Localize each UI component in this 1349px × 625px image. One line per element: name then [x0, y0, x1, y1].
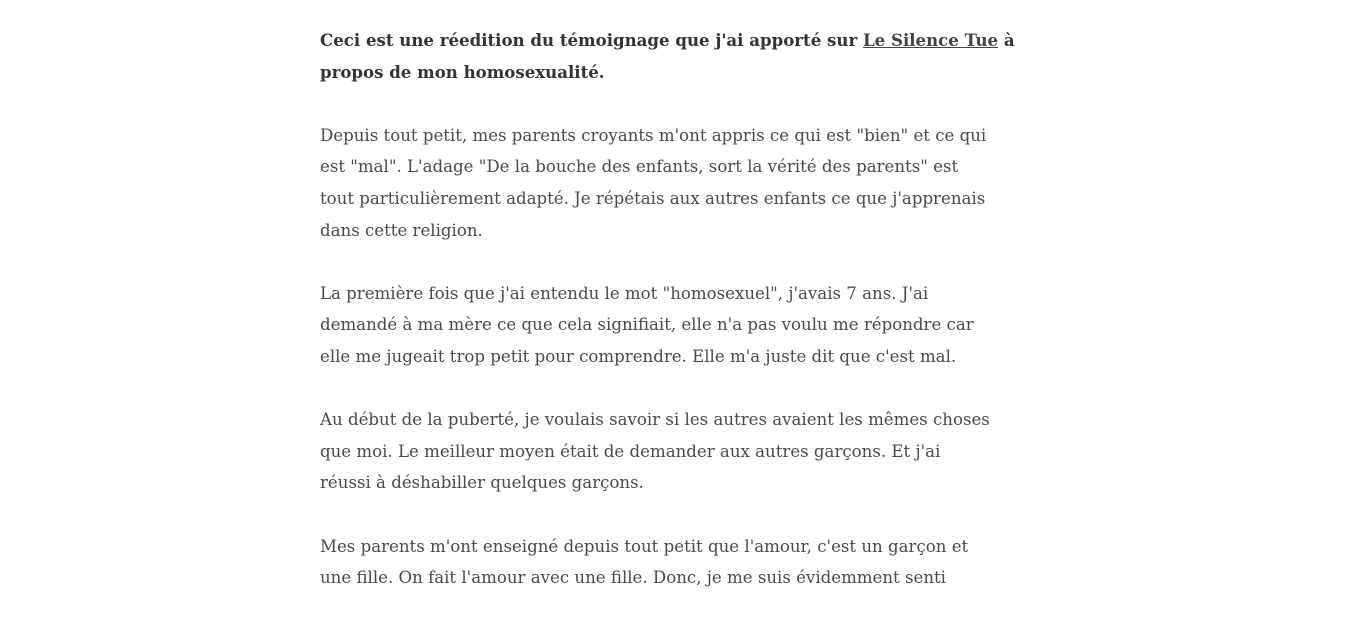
- paragraph-line: que moi. Le meilleur moyen était de dema…: [320, 441, 941, 461]
- paragraph: La première fois que j'ai entendu le mot…: [320, 278, 1040, 373]
- paragraph-line: Au début de la puberté, je voulais savoi…: [320, 410, 990, 430]
- intro-line-2: propos de mon homosexualité.: [320, 61, 605, 82]
- paragraph: Depuis tout petit, mes parents croyants …: [320, 120, 1040, 246]
- intro-text: Ceci est une réedition du témoignage que…: [320, 30, 863, 50]
- paragraph-line: réussi à déshabiller quelques garçons.: [320, 473, 644, 493]
- article-body: Ceci est une réedition du témoignage que…: [320, 25, 1040, 625]
- intro-line-1: Ceci est une réedition du témoignage que…: [320, 25, 1040, 57]
- paragraph: Au début de la puberté, je voulais savoi…: [320, 404, 1040, 499]
- paragraph-line: dans cette religion.: [320, 220, 483, 240]
- intro-paragraph: Ceci est une réedition du témoignage que…: [320, 25, 1040, 88]
- paragraph-line: Mes parents m'ont enseigné depuis tout p…: [320, 536, 969, 556]
- le-silence-tue-link[interactable]: Le Silence Tue: [863, 30, 998, 50]
- paragraph-line: elle me jugeait trop petit pour comprend…: [320, 346, 957, 366]
- intro-text-after: à: [998, 30, 1015, 50]
- paragraph: Mes parents m'ont enseigné depuis tout p…: [320, 531, 1040, 594]
- paragraph-line: tout particulièrement adapté. Je répétai…: [320, 188, 986, 208]
- paragraph-line: une fille. On fait l'amour avec une fill…: [320, 568, 946, 588]
- paragraph-line: demandé à ma mère ce que cela signifiait…: [320, 315, 974, 335]
- paragraph-line: La première fois que j'ai entendu le mot…: [320, 283, 929, 303]
- paragraph-line: Depuis tout petit, mes parents croyants …: [320, 125, 987, 145]
- paragraph-line: est "mal". L'adage "De la bouche des enf…: [320, 157, 959, 177]
